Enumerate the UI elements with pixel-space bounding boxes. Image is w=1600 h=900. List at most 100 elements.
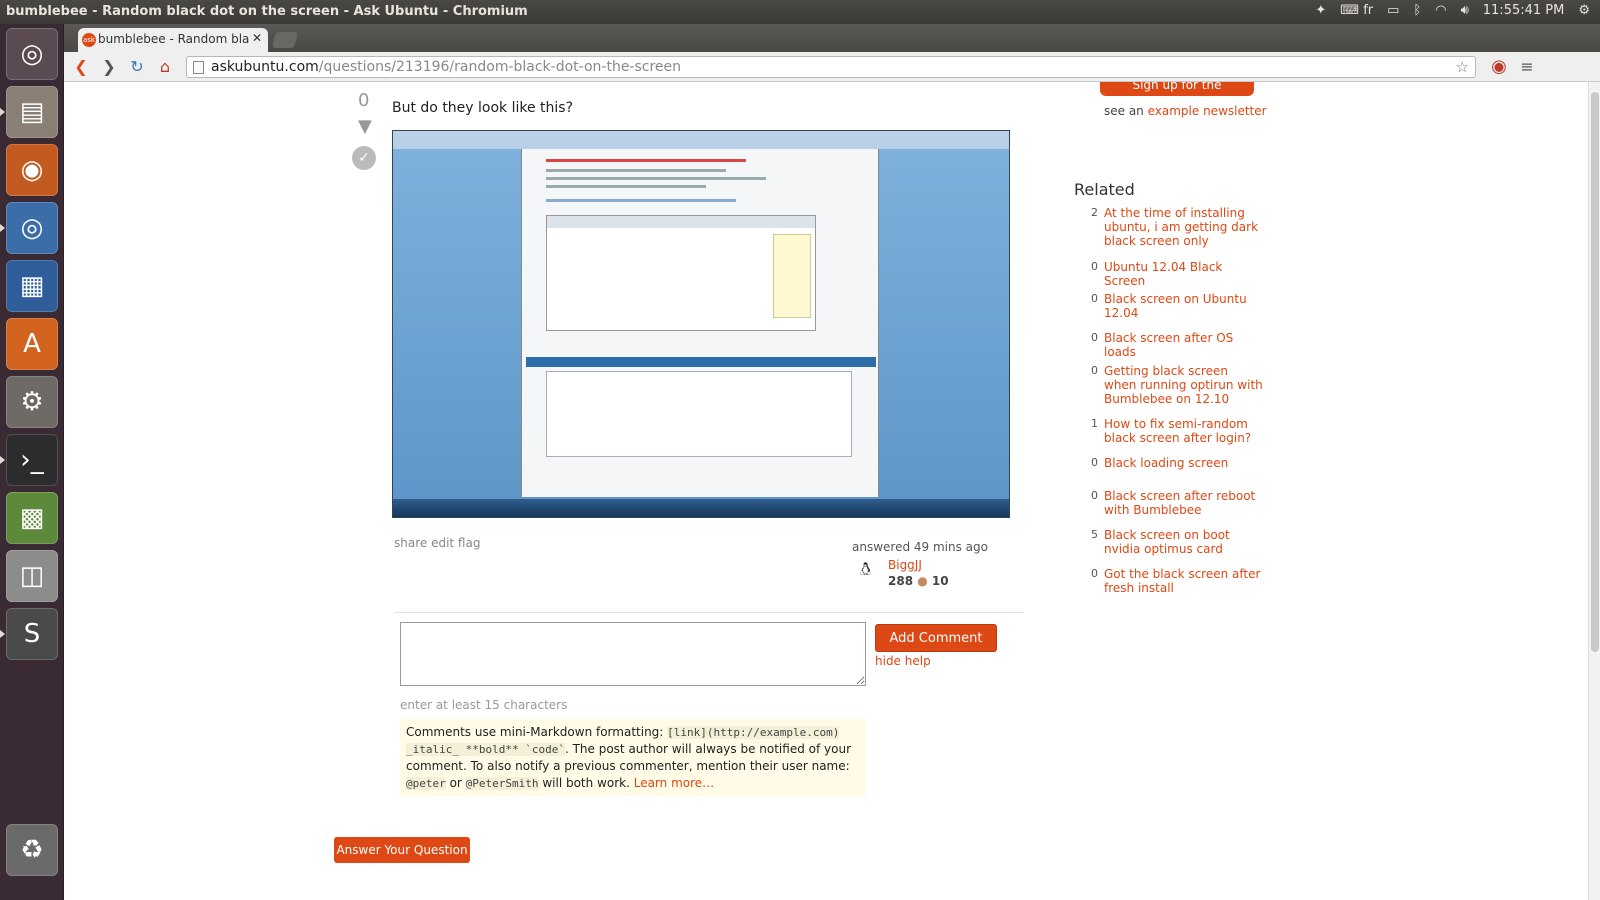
vote-count: 0 (358, 90, 370, 111)
divider (394, 612, 1024, 613)
related-score: 0 (1091, 456, 1098, 469)
dash-home-icon[interactable]: ◎ (6, 28, 58, 80)
related-link[interactable]: Black screen on boot nvidia optimus card (1104, 528, 1264, 556)
related-heading: Related (1074, 180, 1135, 199)
related-link[interactable]: Black loading screen (1104, 456, 1264, 470)
comment-textarea[interactable] (400, 622, 866, 686)
address-bar[interactable]: askubuntu.com/questions/213196/random-bl… (186, 56, 1476, 78)
newsletter-signup-button[interactable]: Sign up for the newsletter (1100, 82, 1254, 96)
system-top-bar: bumblebee - Random black dot on the scre… (0, 0, 1600, 24)
related-score: 0 (1091, 567, 1098, 580)
screenshot-line (546, 159, 746, 162)
firefox-icon[interactable]: ◉ (6, 144, 58, 196)
screenshot-editor-toolbar (547, 216, 815, 228)
chromium-icon[interactable]: ◎ (0, 202, 58, 254)
example-newsletter-link[interactable]: example newsletter (1148, 104, 1267, 118)
software-center-icon[interactable]: A (6, 318, 58, 370)
related-link[interactable]: At the time of installing ubuntu, i am g… (1104, 206, 1264, 248)
user-card: answered 49 mins ago 🐧︎ BiggJJ 288 ● 10 (852, 538, 1032, 598)
related-link[interactable]: Black screen on Ubuntu 12.04 (1104, 292, 1264, 320)
bookmark-star-icon[interactable]: ☆ (1456, 58, 1469, 76)
tab-strip: ask bumblebee - Random bla ✕ (64, 24, 1600, 52)
scrollbar-thumb[interactable] (1591, 92, 1599, 652)
minecraft-icon[interactable]: ▩ (6, 492, 58, 544)
wifi-icon[interactable]: ◠ (1435, 3, 1446, 18)
screenshot-line (546, 185, 706, 188)
back-icon[interactable]: ❮ (70, 57, 92, 77)
close-tab-icon[interactable]: ✕ (252, 31, 262, 45)
related-link[interactable]: Getting black screen when running optiru… (1104, 364, 1264, 406)
bronze-badge-icon: ● (917, 574, 928, 588)
disk-icon[interactable]: ◫ (6, 550, 58, 602)
volume-icon[interactable]: 🔊︎ (1461, 3, 1469, 18)
related-score: 2 (1091, 206, 1098, 219)
clock[interactable]: 11:55:41 PM (1483, 3, 1565, 18)
bluetooth-icon[interactable]: ᛒ (1413, 3, 1421, 18)
menu-icon[interactable]: ≡ (1516, 57, 1538, 77)
user-name-link[interactable]: BiggJJ (888, 558, 922, 572)
newsletter-text: see an example newsletter (1104, 104, 1267, 118)
bronze-badge-count: 10 (931, 574, 949, 588)
screenshot-smilies (773, 234, 811, 318)
comment-char-hint: enter at least 15 characters (400, 698, 568, 712)
screenshot-titlebar (393, 131, 1009, 149)
screenshot-window (521, 149, 879, 497)
web-page: 0 ▼ ✓ But do they look like this? share … (64, 82, 1600, 900)
related-score: 0 (1091, 292, 1098, 305)
browser-toolbar: ❮ ❯ ↻ ⌂ askubuntu.com/questions/213196/r… (64, 52, 1600, 82)
askubuntu-favicon: ask (82, 33, 96, 47)
url-domain: askubuntu.com (211, 59, 319, 75)
reload-icon[interactable]: ↻ (126, 57, 148, 77)
vote-down-icon[interactable]: ▼ (358, 116, 372, 137)
hide-help-link[interactable]: hide help (875, 654, 931, 668)
trash-icon[interactable]: ♻ (6, 824, 58, 876)
new-tab-button[interactable] (271, 32, 299, 48)
battery-icon[interactable]: ▭ (1387, 3, 1399, 18)
related-link[interactable]: How to fix semi-random black screen afte… (1104, 417, 1264, 445)
accept-check-icon[interactable]: ✓ (352, 146, 376, 170)
related-score: 0 (1091, 489, 1098, 502)
related-link[interactable]: Black screen after reboot with Bumblebee (1104, 489, 1264, 517)
window-title: bumblebee - Random black dot on the scre… (6, 4, 528, 19)
comment-help-box: Comments use mini-Markdown formatting: [… (400, 718, 866, 796)
file-manager-icon[interactable]: ▤ (0, 86, 58, 138)
related-score: 1 (1091, 417, 1098, 430)
screenshot-options-header (526, 357, 876, 367)
related-link[interactable]: Got the black screen after fresh install (1104, 567, 1264, 595)
related-link[interactable]: Ubuntu 12.04 Black Screen (1104, 260, 1264, 288)
terminal-icon[interactable]: ›_ (0, 434, 58, 486)
related-link[interactable]: Black screen after OS loads (1104, 331, 1264, 359)
forward-icon[interactable]: ❯ (98, 57, 120, 77)
keyboard-layout[interactable]: ⌨ fr (1340, 3, 1373, 18)
writer-icon[interactable]: ▦ (6, 260, 58, 312)
add-comment-button[interactable]: Add Comment (875, 624, 997, 652)
screenshot-line (546, 177, 766, 180)
home-icon[interactable]: ⌂ (154, 57, 176, 77)
user-reputation: 288 ● 10 (888, 574, 949, 588)
post-menu[interactable]: share edit flag (394, 536, 480, 550)
screenshot-options (546, 371, 852, 457)
answer-screenshot-image (392, 130, 1010, 518)
page-icon (193, 61, 204, 74)
extension-icon[interactable]: ◉ (1488, 57, 1510, 77)
system-settings-icon[interactable]: ⚙ (6, 376, 58, 428)
system-tray: ✦ ⌨ fr ▭ ᛒ ◠ 🔊︎ 11:55:41 PM ⚙ (1315, 3, 1590, 18)
browser-tab[interactable]: ask bumblebee - Random bla ✕ (78, 28, 268, 52)
user-avatar[interactable]: 🐧︎ (860, 558, 882, 582)
learn-more-link[interactable]: Learn more… (634, 776, 714, 790)
screenshot-editor (546, 215, 816, 331)
related-score: 0 (1091, 364, 1098, 377)
screenshot-line (546, 199, 736, 202)
answer-your-question-button[interactable]: Answer Your Question (334, 837, 470, 863)
answered-time: answered 49 mins ago (852, 540, 988, 554)
related-score: 0 (1091, 331, 1098, 344)
page-scrollbar[interactable] (1588, 82, 1600, 900)
network-icon[interactable]: ✦ (1315, 3, 1326, 18)
tab-title: bumblebee - Random bla (98, 32, 250, 46)
answer-text: But do they look like this? (392, 100, 574, 116)
screenshot-line (546, 169, 726, 172)
screenshot-taskbar (393, 499, 1009, 517)
gear-icon[interactable]: ⚙ (1578, 3, 1590, 18)
sublime-text-icon[interactable]: S (0, 608, 58, 660)
unity-launcher: ◎ ▤ ◉ ◎ ▦ A ⚙ ›_ ▩ ◫ S ♻ (0, 24, 64, 900)
